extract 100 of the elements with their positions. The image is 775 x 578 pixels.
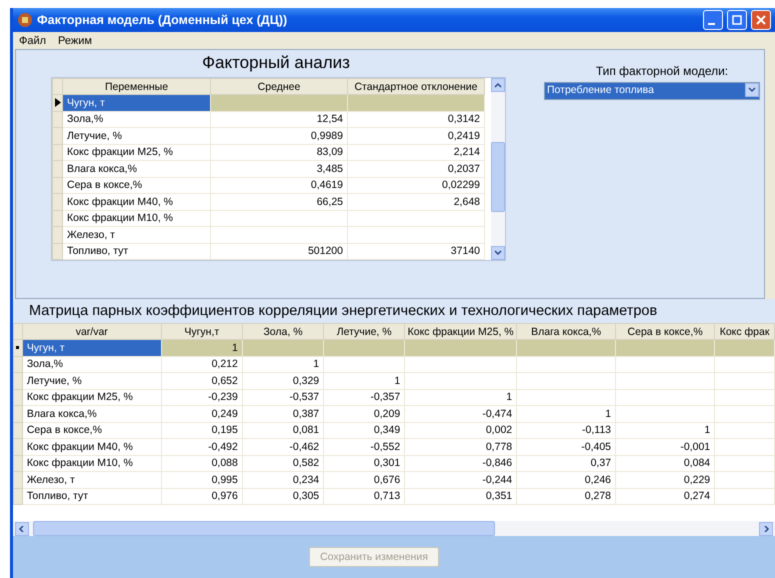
close-button[interactable] (751, 10, 771, 30)
table-cell: 0,4619 (210, 177, 348, 194)
table-cell: 0,195 (161, 422, 242, 438)
table-cell: 0,713 (324, 488, 405, 504)
table-cell: -0,405 (516, 438, 616, 455)
table-cell: 0,229 (616, 472, 715, 488)
table-cell (714, 356, 774, 372)
table-cell: Кокс фракции М25, % (62, 144, 210, 160)
table-cell: Зола,% (22, 356, 162, 372)
table-cell: Влага кокса,% (62, 160, 210, 177)
table-cell: 0,9989 (210, 128, 348, 144)
column-header[interactable]: Чугун,т (161, 324, 242, 340)
table-cell: Сера в коксе,% (62, 177, 210, 194)
table-cell: -0,357 (324, 389, 405, 406)
table-cell (714, 372, 774, 389)
column-header[interactable]: Сера в коксе,% (616, 324, 715, 340)
window-title: Факторная модель (Доменный цех (ДЦ)) (37, 13, 288, 27)
table-cell: -0,239 (161, 389, 242, 406)
app-icon (17, 12, 33, 28)
table-cell: 66,25 (210, 194, 348, 210)
table-cell: Чугун, т (22, 340, 162, 356)
column-header[interactable]: Летучие, % (324, 324, 405, 340)
menu-item[interactable]: Режим (52, 34, 98, 46)
column-header[interactable]: Переменные (62, 78, 210, 94)
table-cell: Кокс фракции М10, % (22, 455, 162, 472)
table-cell: 1 (516, 406, 616, 422)
table-cell: -0,492 (161, 438, 242, 455)
table-cell: 1 (324, 372, 405, 389)
model-type-dropdown[interactable]: Потребление топлива (544, 82, 760, 100)
table-cell: -0,552 (324, 438, 405, 455)
table-cell: 0,387 (242, 406, 324, 422)
column-header[interactable]: Среднее (210, 78, 348, 94)
table-cell: Летучие, % (62, 128, 210, 144)
table-cell: 0,081 (242, 422, 324, 438)
table-cell: 0,2419 (348, 128, 484, 144)
column-header[interactable]: var/var (22, 324, 162, 340)
table-cell: 0,778 (404, 438, 517, 455)
table-cell: Кокс фракции М10, % (62, 210, 210, 226)
table-cell: 0,582 (242, 455, 324, 472)
table-cell: 12,54 (210, 111, 348, 128)
table-cell: 37140 (348, 243, 484, 260)
table-cell: -0,001 (616, 438, 715, 455)
table-cell: Летучие, % (22, 372, 162, 389)
table-cell: 501200 (210, 243, 348, 260)
table-cell: 0,278 (516, 488, 616, 504)
table-cell: -0,846 (404, 455, 517, 472)
table-cell (714, 438, 774, 455)
table-cell: 0,676 (324, 472, 405, 488)
table-cell: -0,113 (516, 422, 616, 438)
table-cell: 1 (616, 422, 715, 438)
column-header[interactable]: Кокс фракции М25, % (404, 324, 517, 340)
horizontal-scrollbar[interactable] (13, 521, 775, 536)
table-cell: -0,462 (242, 438, 324, 455)
table-cell: Кокс фракции М25, % (22, 389, 162, 406)
section-title: Факторный анализ (201, 52, 351, 74)
table-cell: 0,349 (324, 422, 405, 438)
table-cell: 0,246 (516, 472, 616, 488)
vertical-scrollbar[interactable] (491, 78, 505, 260)
table-cell: 0,976 (161, 488, 242, 504)
table-cell: 0,305 (242, 488, 324, 504)
table-cell: 0,995 (161, 472, 242, 488)
table-cell: 0,329 (242, 372, 324, 389)
table-cell: 2,214 (348, 144, 484, 160)
table-cell: -0,537 (242, 389, 324, 406)
table-cell (714, 472, 774, 488)
table-cell: Железо, т (62, 226, 210, 243)
table-cell: 0,249 (161, 406, 242, 422)
table-cell: 0,2037 (348, 160, 484, 177)
table-cell (714, 422, 774, 438)
table-cell (714, 389, 774, 406)
table-cell: 0,084 (616, 455, 715, 472)
table-cell: Кокс фракции М40, % (62, 194, 210, 210)
table-cell: 0,088 (161, 455, 242, 472)
model-type-label: Тип факторной модели: (594, 64, 730, 78)
column-header[interactable]: Стандартное отклонение (348, 78, 484, 94)
table-cell: Сера в коксе,% (22, 422, 162, 438)
close-icon (756, 15, 766, 25)
table-cell: 2,648 (348, 194, 484, 210)
table-cell: Зола,% (62, 111, 210, 128)
table-cell: Топливо, тут (62, 243, 210, 260)
table-cell: 0,212 (161, 356, 242, 372)
column-header[interactable]: Зола, % (242, 324, 324, 340)
table-cell: 0,3142 (348, 111, 484, 128)
table-cell: 1 (242, 356, 324, 372)
table-cell: -0,474 (404, 406, 517, 422)
minimize-icon (708, 23, 715, 25)
minimize-button[interactable] (703, 10, 723, 30)
maximize-button[interactable] (727, 10, 747, 30)
menu-item[interactable]: Файл (13, 34, 52, 46)
table-cell: 0,02299 (348, 177, 484, 194)
table-cell: Влага кокса,% (22, 406, 162, 422)
table-cell: 0,209 (324, 406, 405, 422)
table-cell: 0,301 (324, 455, 405, 472)
column-header[interactable]: Кокс фрак (714, 324, 774, 340)
table-cell (714, 455, 774, 472)
table-cell: Кокс фракции М40, % (22, 438, 162, 455)
table-cell: 0,351 (404, 488, 517, 504)
column-header[interactable]: Влага кокса,% (516, 324, 616, 340)
table-cell: 83,09 (210, 144, 348, 160)
section-title: Матрица парных коэффициентов корреляции энергетических и технологических параметров (13, 299, 775, 323)
